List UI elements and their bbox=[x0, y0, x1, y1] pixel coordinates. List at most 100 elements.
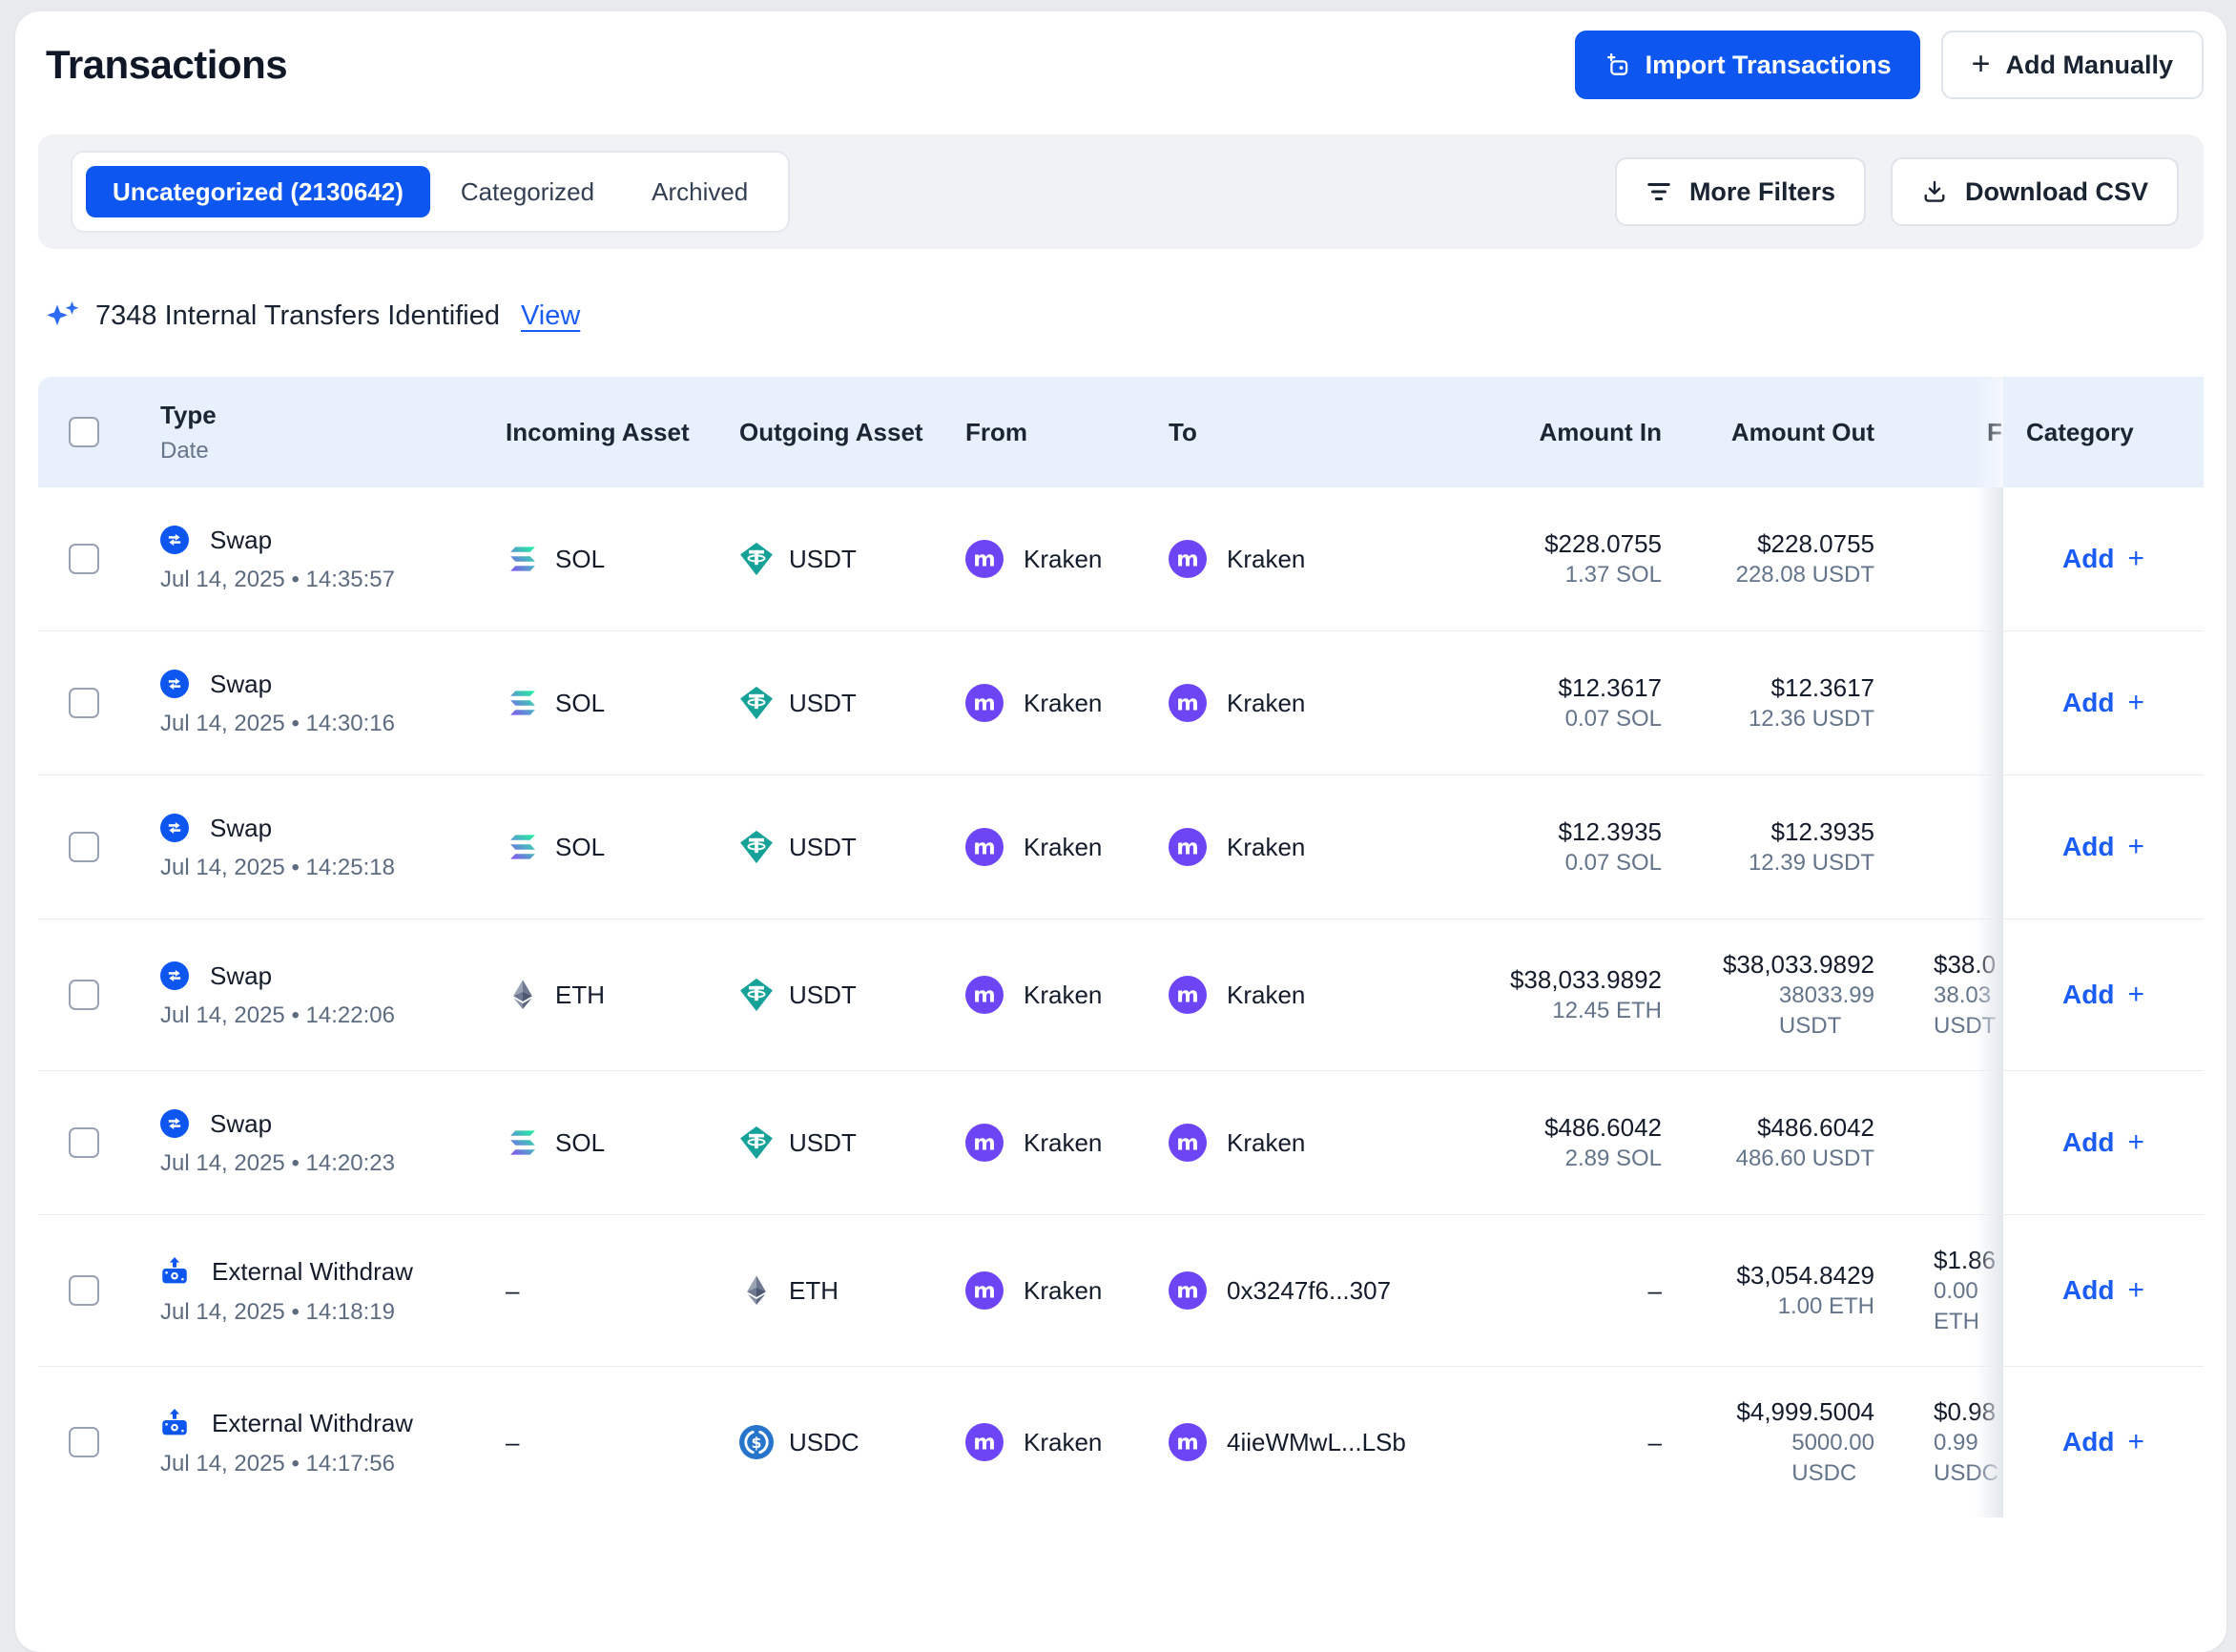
row-checkbox[interactable] bbox=[69, 544, 99, 574]
cash-withdraw-icon bbox=[158, 1255, 191, 1288]
amount-out: $12.361712.36 USDT bbox=[1662, 671, 1874, 734]
add-category-button[interactable]: Add+ bbox=[2062, 1426, 2144, 1458]
kraken-icon bbox=[1169, 1423, 1207, 1461]
to-account: Kraken bbox=[1227, 1128, 1305, 1158]
swap-icon bbox=[160, 1109, 189, 1138]
from-account: Kraken bbox=[1024, 1276, 1102, 1306]
to-account: 0x3247f6...307 bbox=[1227, 1276, 1391, 1306]
from-account: Kraken bbox=[1024, 833, 1102, 862]
select-all-checkbox[interactable] bbox=[69, 417, 99, 447]
plus-icon: + bbox=[2127, 543, 2144, 575]
amount-in: – bbox=[1469, 1426, 1662, 1458]
row-checkbox[interactable] bbox=[69, 688, 99, 718]
transaction-type: Swap bbox=[210, 526, 272, 555]
wallet-plus-icon bbox=[1604, 52, 1630, 78]
filter-icon bbox=[1646, 178, 1672, 205]
usdt-icon bbox=[739, 978, 774, 1012]
from-account: Kraken bbox=[1024, 1128, 1102, 1158]
sparkle-icon bbox=[44, 297, 82, 335]
kraken-icon bbox=[1169, 1124, 1207, 1162]
outgoing-asset: USDT bbox=[789, 689, 857, 718]
column-from: From bbox=[965, 377, 1169, 487]
from-account: Kraken bbox=[1024, 545, 1102, 574]
add-category-button[interactable]: Add+ bbox=[2062, 543, 2144, 575]
download-csv-label: Download CSV bbox=[1965, 177, 2148, 207]
row-checkbox[interactable] bbox=[69, 832, 99, 862]
table-row[interactable]: External Withdraw Jul 14, 2025 • 14:17:5… bbox=[38, 1366, 2204, 1518]
add-category-button[interactable]: Add+ bbox=[2062, 687, 2144, 719]
add-category-button[interactable]: Add+ bbox=[2062, 1274, 2144, 1307]
row-checkbox[interactable] bbox=[69, 1127, 99, 1158]
transaction-date: Jul 14, 2025 • 14:35:57 bbox=[160, 567, 395, 593]
incoming-asset: SOL bbox=[555, 545, 605, 574]
tab-categorized[interactable]: Categorized bbox=[434, 166, 621, 217]
table-row[interactable]: Swap Jul 14, 2025 • 14:35:57 SOL USDT Kr… bbox=[38, 487, 2204, 630]
cash-withdraw-icon bbox=[158, 1407, 191, 1439]
transaction-date: Jul 14, 2025 • 14:22:06 bbox=[160, 1002, 395, 1029]
eth-icon bbox=[739, 1273, 774, 1308]
plus-icon: + bbox=[2127, 1426, 2144, 1458]
plus-icon: + bbox=[2127, 1274, 2144, 1307]
view-link[interactable]: View bbox=[521, 300, 580, 332]
table-row[interactable]: Swap Jul 14, 2025 • 14:25:18 SOL USDT Kr… bbox=[38, 774, 2204, 919]
outgoing-asset: USDC bbox=[789, 1428, 859, 1457]
amount-in: – bbox=[1469, 1274, 1662, 1307]
amount-out: $12.393512.39 USDT bbox=[1662, 816, 1874, 878]
to-account: Kraken bbox=[1227, 689, 1305, 718]
add-category-button[interactable]: Add+ bbox=[2062, 1126, 2144, 1159]
plus-icon: + bbox=[2127, 687, 2144, 719]
download-csv-button[interactable]: Download CSV bbox=[1891, 157, 2179, 226]
tab-uncategorized[interactable]: Uncategorized (2130642) bbox=[86, 166, 430, 217]
row-checkbox[interactable] bbox=[69, 1427, 99, 1457]
swap-icon bbox=[160, 526, 189, 554]
transaction-date: Jul 14, 2025 • 14:17:56 bbox=[160, 1451, 395, 1477]
add-manually-button[interactable]: + Add Manually bbox=[1941, 31, 2204, 99]
kraken-icon bbox=[965, 1124, 1004, 1162]
transaction-type: Swap bbox=[210, 670, 272, 699]
kraken-icon bbox=[965, 828, 1004, 866]
swap-icon bbox=[160, 814, 189, 842]
transaction-date: Jul 14, 2025 • 14:20:23 bbox=[160, 1150, 395, 1177]
table-row[interactable]: Swap Jul 14, 2025 • 14:30:16 SOL USDT Kr… bbox=[38, 630, 2204, 774]
transaction-type: Swap bbox=[210, 961, 272, 991]
table-row[interactable]: Swap Jul 14, 2025 • 14:20:23 SOL USDT Kr… bbox=[38, 1070, 2204, 1214]
transaction-type: External Withdraw bbox=[212, 1257, 413, 1287]
kraken-icon bbox=[1169, 828, 1207, 866]
page-header: Transactions Import Transactions + Add M… bbox=[38, 29, 2204, 101]
kraken-icon bbox=[965, 540, 1004, 578]
filter-bar: Uncategorized (2130642) Categorized Arch… bbox=[38, 134, 2204, 249]
usdt-icon bbox=[739, 1125, 774, 1160]
to-account: Kraken bbox=[1227, 833, 1305, 862]
table-row[interactable]: Swap Jul 14, 2025 • 14:22:06 ETH USDT Kr… bbox=[38, 919, 2204, 1070]
column-outgoing-asset: Outgoing Asset bbox=[739, 377, 965, 487]
download-icon bbox=[1921, 178, 1948, 205]
row-checkbox[interactable] bbox=[69, 1275, 99, 1306]
more-filters-button[interactable]: More Filters bbox=[1615, 157, 1866, 226]
add-category-button[interactable]: Add+ bbox=[2062, 831, 2144, 863]
transactions-page: Transactions Import Transactions + Add M… bbox=[15, 11, 2226, 1652]
to-account: Kraken bbox=[1227, 981, 1305, 1010]
status-tabs: Uncategorized (2130642) Categorized Arch… bbox=[71, 151, 790, 233]
amount-in: $38,033.989212.45 ETH bbox=[1469, 963, 1662, 1026]
from-account: Kraken bbox=[1024, 981, 1102, 1010]
plus-icon: + bbox=[2127, 831, 2144, 863]
table-row[interactable]: External Withdraw Jul 14, 2025 • 14:18:1… bbox=[38, 1214, 2204, 1366]
tab-archived[interactable]: Archived bbox=[625, 166, 775, 217]
amount-out: $486.6042486.60 USDT bbox=[1662, 1111, 1874, 1174]
outgoing-asset: ETH bbox=[789, 1276, 838, 1306]
outgoing-asset: USDT bbox=[789, 545, 857, 574]
page-title: Transactions bbox=[46, 42, 287, 88]
column-amount-in: Amount In bbox=[1469, 377, 1662, 487]
amount-in: $228.07551.37 SOL bbox=[1469, 527, 1662, 590]
from-account: Kraken bbox=[1024, 689, 1102, 718]
amount-out: $4,999.50045000.00 USDC bbox=[1662, 1395, 1874, 1489]
amount-in: $12.36170.07 SOL bbox=[1469, 671, 1662, 734]
amount-out: $228.0755228.08 USDT bbox=[1662, 527, 1874, 590]
add-category-button[interactable]: Add+ bbox=[2062, 979, 2144, 1011]
usdc-icon bbox=[739, 1425, 774, 1459]
incoming-asset: ETH bbox=[555, 981, 605, 1010]
transaction-date: Jul 14, 2025 • 14:18:19 bbox=[160, 1299, 395, 1326]
row-checkbox[interactable] bbox=[69, 980, 99, 1010]
plus-icon: + bbox=[1972, 48, 1991, 80]
import-transactions-button[interactable]: Import Transactions bbox=[1575, 31, 1920, 99]
